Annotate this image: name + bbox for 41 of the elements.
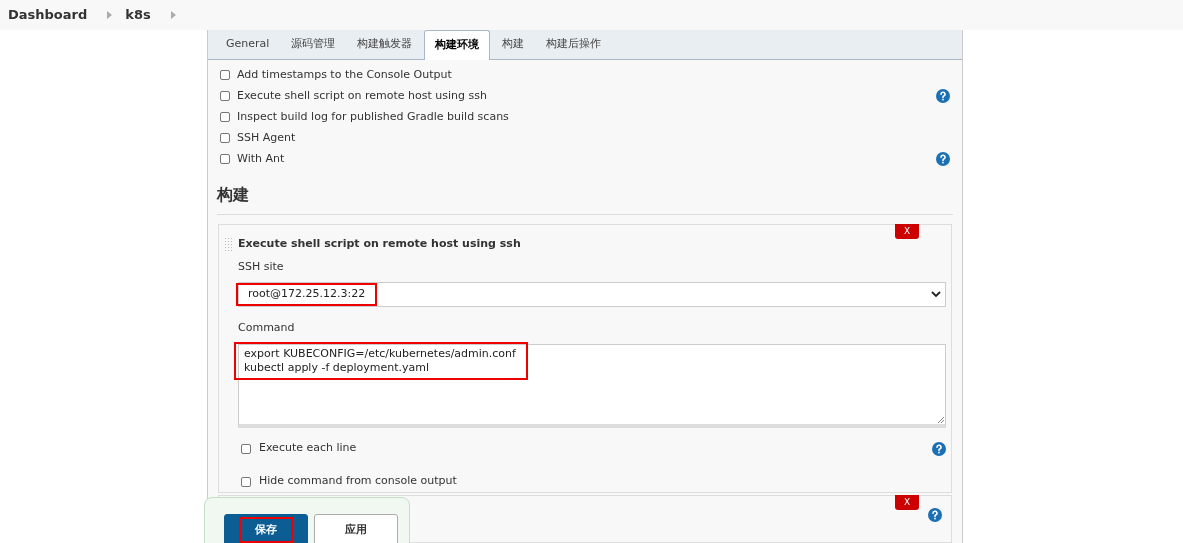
tab[interactable]: 构建 xyxy=(492,30,535,59)
field-label: Command xyxy=(238,320,296,336)
tab[interactable]: 构建后操作 xyxy=(536,30,612,59)
chevron-icon xyxy=(170,11,176,19)
save-button[interactable]: 保存 xyxy=(224,514,308,543)
section-heading: 构建 xyxy=(217,184,250,206)
help-icon[interactable] xyxy=(928,508,942,523)
help-icon[interactable] xyxy=(936,152,950,166)
tab[interactable]: 构建环境 xyxy=(424,30,491,60)
checkbox-label: Inspect build log for published Gradle build scans xyxy=(237,108,510,125)
command-text: export KUBECONFIG=/etc/kubernetes/admin.conf kubectl apply -f deployment.yaml xyxy=(234,341,528,380)
breadcrumb-link[interactable]: k8s xyxy=(125,5,151,25)
checkbox[interactable] xyxy=(220,112,230,122)
checkbox-label: SSH Agent xyxy=(237,129,297,146)
checkbox-label: Add timestamps to the Console Output xyxy=(237,66,453,83)
selected-value: root@172.25.12.3:22 xyxy=(236,283,378,306)
field-label: SSH site xyxy=(238,258,285,275)
breadcrumb-link[interactable]: Dashboard xyxy=(8,5,88,25)
checkbox[interactable] xyxy=(241,443,251,454)
tab[interactable]: 构建触发器 xyxy=(347,30,423,59)
checkbox[interactable] xyxy=(220,70,230,80)
delete-button[interactable]: X xyxy=(895,495,919,511)
ssh-site-select[interactable]: root@172.25.12.3:22 xyxy=(238,282,946,307)
tab[interactable]: 源码管理 xyxy=(281,30,346,59)
tab[interactable]: General xyxy=(216,30,280,59)
apply-button[interactable]: 应用 xyxy=(314,514,398,543)
checkbox-label: Execute shell script on remote host using ssh xyxy=(237,87,488,104)
checkbox[interactable] xyxy=(241,476,251,487)
chevron-icon xyxy=(107,11,113,19)
delete-button[interactable]: X xyxy=(895,224,919,239)
checkbox[interactable] xyxy=(220,133,230,143)
checkbox[interactable] xyxy=(220,91,230,101)
checkbox-label: Execute each line xyxy=(259,440,358,457)
checkbox-label: Hide command from console output xyxy=(259,473,458,490)
checkbox[interactable] xyxy=(220,154,230,164)
dropdown-chevron-icon xyxy=(931,291,941,298)
help-icon[interactable] xyxy=(932,441,946,456)
resize-grip-icon[interactable] xyxy=(937,415,944,423)
help-icon[interactable] xyxy=(936,89,950,103)
checkbox-label: With Ant xyxy=(237,150,286,167)
step-title: Execute shell script on remote host using ssh xyxy=(238,236,521,252)
